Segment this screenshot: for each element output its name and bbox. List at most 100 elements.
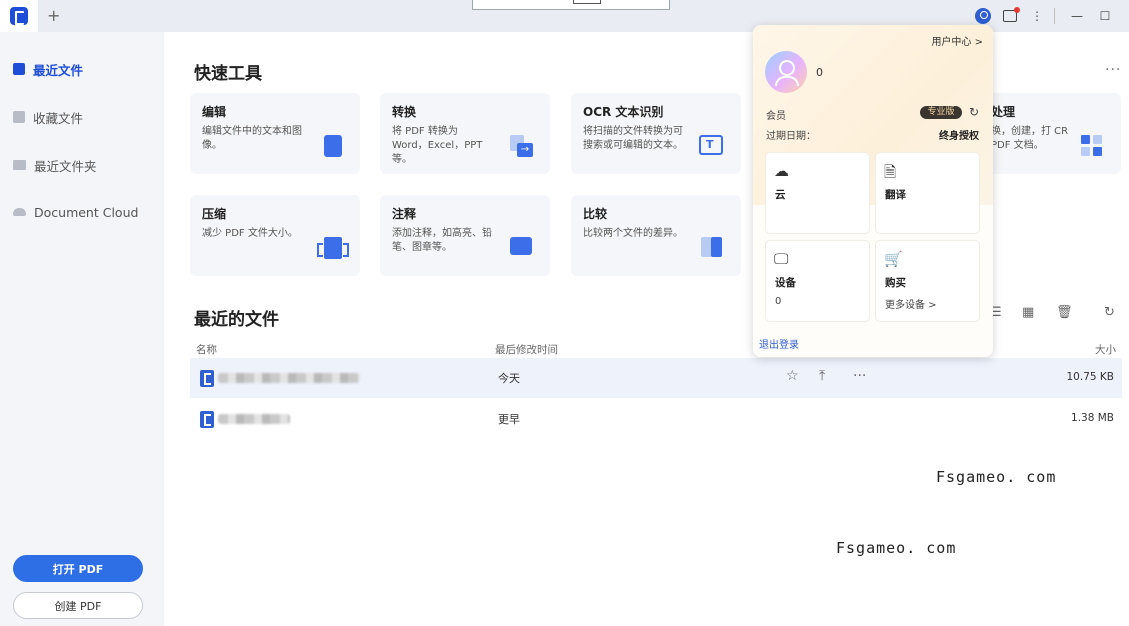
tool-card-title: 处理 [991,105,1016,119]
pdf-file-icon [200,370,214,387]
cloud-icon [13,208,26,216]
tool-card-edit[interactable]: 编辑 编辑文件中的文本和图像。 [190,93,360,174]
minimize-button[interactable]: — [1068,7,1086,25]
monitor-icon: 🖵 [774,250,789,268]
column-header-modified[interactable]: 最后修改时间 [495,342,558,357]
tool-card-title: OCR 文本识别 [583,105,664,119]
recent-file-icon [13,63,25,75]
tool-card-annotate[interactable]: 注释 添加注释，如高亮、铅笔、图章等。 [380,195,550,276]
sidebar: 最近文件 收藏文件 最近文件夹 Document Cloud 打开 PDF 创建… [0,32,164,626]
maximize-button[interactable]: ☐ [1096,7,1114,25]
table-row[interactable]: 今天 ☆ ⤒ ··· 10.75 KB [190,358,1122,398]
tool-card-title: 压缩 [202,207,227,221]
file-name-redacted [218,373,360,383]
tool-card-title: 注释 [392,207,417,221]
message-icon [1003,7,1020,22]
file-size: 1.38 MB [1071,412,1114,424]
expiry-label: 过期日期： [766,131,816,142]
tool-card-desc: 将 PDF 转换为 Word，Excel，PPT等。 [392,126,483,165]
star-icon[interactable]: ☆ [786,368,799,384]
tool-card-title: 比较 [583,207,608,221]
cloud-card[interactable]: ☁ 云 [766,153,869,233]
account-popup: 用户中心 > 0 会员 专业版 ↻ 过期日期： 终身授权 ☁ 云 🗎 翻译 🖵 … [753,25,993,357]
translate-card[interactable]: 🗎 翻译 [876,153,979,233]
file-modified: 更早 [498,413,520,426]
sidebar-item-favorites[interactable]: 收藏文件 [0,97,164,137]
convert-icon [510,135,533,159]
tool-card-compress[interactable]: 压缩 减少 PDF 文件大小。 [190,195,360,276]
member-label: 会员 [766,111,786,122]
column-header-size[interactable]: 大小 [1095,342,1116,357]
purchase-card[interactable]: 🛒 购买 更多设备 > [876,241,979,321]
more-devices-link[interactable]: 更多设备 > [885,296,937,311]
avatar[interactable] [765,51,807,93]
user-icon [975,8,991,24]
tool-card-ocr[interactable]: OCR 文本识别 将扫描的文件转换为可搜索或可编辑的文本。 [571,93,741,174]
sidebar-item-label: 最近文件 [33,62,84,78]
tool-card-title: 转换 [392,105,417,119]
account-button[interactable] [974,7,992,25]
app-tab[interactable] [0,0,38,32]
pdf-file-icon [200,411,214,428]
cloud-upload-icon: ☁ [774,162,789,180]
user-count: 0 [816,66,823,79]
overlay-window-slot [573,0,601,4]
user-center-link[interactable]: 用户中心 > [931,33,983,48]
tool-card-desc: 将扫描的文件转换为可搜索或可编辑的文本。 [583,126,683,151]
tool-card-desc: 添加注释，如高亮、铅笔、图章等。 [392,228,492,253]
compare-icon [701,237,723,257]
file-name-redacted [218,414,290,424]
tool-card-compare[interactable]: 比较 比较两个文件的差异。 [571,195,741,276]
overlay-window-edge [472,0,670,10]
devices-card[interactable]: 🖵 设备 0 [766,241,869,321]
refresh-membership-icon[interactable]: ↻ [969,105,979,119]
quick-tools-more-button[interactable]: ··· [1105,62,1121,78]
more-menu-button[interactable]: ⋮ [1028,7,1046,25]
tool-card-desc: 编辑文件中的文本和图像。 [202,126,302,151]
batch-grid-icon [1081,135,1103,157]
new-tab-button[interactable]: + [47,6,60,25]
pro-badge: 专业版 [920,106,962,119]
card-title: 设备 [775,277,796,289]
sidebar-item-label: 最近文件夹 [34,158,97,174]
column-header-name[interactable]: 名称 [196,342,217,357]
card-title: 购买 [885,277,906,289]
translate-icon: 🗎 [884,163,897,181]
comment-icon [510,237,532,255]
compress-icon [317,237,349,259]
watermark-text: Fsgameo. com [936,468,1057,486]
message-button[interactable] [1001,7,1020,25]
table-row[interactable]: 更早 1.38 MB [190,399,1122,439]
tool-card-desc: 换，创建，打 CR PDF 文档。 [991,126,1069,151]
quick-tools-title: 快速工具 [194,64,262,84]
star-file-icon [13,111,25,123]
tool-card-title: 编辑 [202,105,227,119]
sidebar-item-recent-files[interactable]: 最近文件 [0,49,164,89]
expiry-value: 终身授权 [939,131,979,142]
grid-view-icon[interactable]: ▦ [1022,305,1036,320]
upload-icon[interactable]: ⤒ [819,368,825,384]
cart-icon: 🛒 [884,250,903,268]
titlebar-divider [1054,8,1055,24]
sidebar-item-label: Document Cloud [34,204,139,220]
device-count: 0 [775,296,782,307]
tool-card-desc: 减少 PDF 文件大小。 [202,228,298,239]
folder-icon [13,160,26,170]
edit-icon [324,135,342,157]
recent-files-title: 最近的文件 [194,310,279,330]
card-title: 云 [775,189,786,201]
row-more-icon[interactable]: ··· [853,368,866,384]
tool-card-desc: 比较两个文件的差异。 [583,228,683,239]
file-modified: 今天 [498,372,520,385]
sidebar-item-label: 收藏文件 [33,110,84,126]
open-pdf-button[interactable]: 打开 PDF [13,555,143,582]
tool-card-convert[interactable]: 转换 将 PDF 转换为 Word，Excel，PPT等。 [380,93,550,174]
app-logo-icon [10,7,28,25]
ocr-scan-icon [699,135,723,155]
sidebar-item-recent-folders[interactable]: 最近文件夹 [0,145,164,185]
logout-link[interactable]: 退出登录 [759,336,799,351]
sidebar-item-document-cloud[interactable]: Document Cloud [0,192,164,232]
refresh-icon[interactable]: ↻ [1104,305,1118,320]
create-pdf-button[interactable]: 创建 PDF [13,592,143,619]
delete-icon[interactable]: 🗑 [1056,305,1073,320]
